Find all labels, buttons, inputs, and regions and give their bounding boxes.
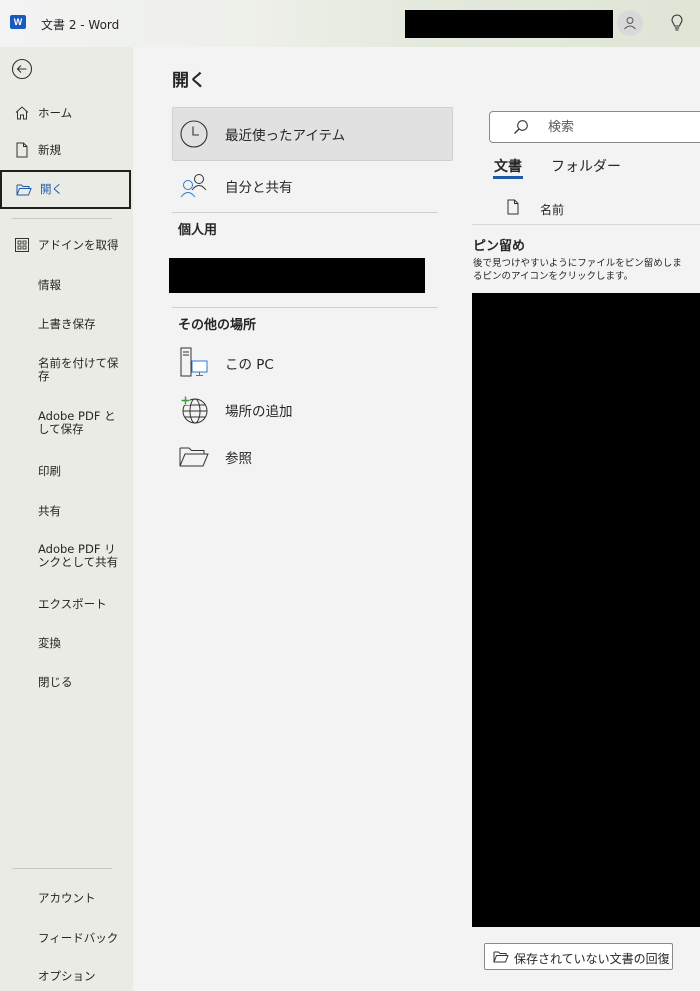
nav-item-options[interactable]: オプション (0, 966, 133, 986)
location-shared-with-me[interactable]: 自分と共有 (172, 168, 453, 204)
nav-item-home[interactable]: ホーム (0, 103, 133, 123)
nav-item-export[interactable]: エクスポート (0, 594, 133, 614)
word-logo-icon: W (10, 15, 26, 29)
nav-item-info[interactable]: 情報 (0, 275, 133, 295)
title-bar: W 文書 2 - Word (0, 0, 700, 47)
page-title: 開く (172, 71, 206, 91)
nav-item-close[interactable]: 閉じる (0, 672, 133, 692)
nav-divider (12, 218, 112, 219)
person-icon (624, 17, 636, 30)
redacted-file-list (472, 293, 700, 927)
search-input[interactable] (548, 118, 698, 136)
nav-item-get-addins[interactable]: アドインを取得 (0, 235, 133, 255)
clock-icon (178, 118, 210, 150)
account-avatar[interactable] (617, 10, 643, 36)
back-arrow-icon (11, 58, 33, 80)
search-box[interactable] (489, 111, 700, 143)
addins-grid-icon (13, 236, 31, 254)
nav-item-feedback[interactable]: フィードバック (0, 928, 133, 948)
nav-item-save-as-adobe-pdf[interactable]: Adobe PDF として保存 (0, 408, 133, 438)
nav-item-account[interactable]: アカウント (0, 888, 133, 908)
nav-item-save-as[interactable]: 名前を付けて保存 (0, 355, 133, 385)
tab-folders[interactable]: フォルダー (551, 156, 621, 176)
nav-item-convert[interactable]: 変換 (0, 633, 133, 653)
nav-divider (12, 868, 112, 869)
nav-item-new[interactable]: 新規 (0, 140, 133, 160)
column-divider (472, 224, 700, 225)
nav-item-share[interactable]: 共有 (0, 501, 133, 521)
column-header-name[interactable]: 名前 (540, 201, 564, 218)
new-document-icon (13, 141, 31, 159)
redacted-search-area (405, 10, 613, 38)
location-add-place[interactable]: 場所の追加 (172, 391, 453, 429)
computer-icon (178, 347, 210, 379)
folder-open-icon (15, 181, 33, 199)
lightbulb-icon[interactable] (668, 13, 686, 33)
section-divider (172, 212, 438, 213)
search-icon (512, 118, 530, 136)
section-header-other-locations: その他の場所 (178, 318, 257, 333)
home-icon (13, 104, 31, 122)
pinned-section-description: 後で見つけやすいようにファイルをピン留めしま るピンのアイコンをクリックします。 (473, 258, 682, 282)
location-browse[interactable]: 参照 (172, 439, 453, 475)
nav-item-share-adobe-pdf-link[interactable]: Adobe PDF リンクとして共有 (0, 541, 133, 571)
file-icon (507, 199, 519, 215)
nav-item-save[interactable]: 上書き保存 (0, 314, 133, 334)
section-header-personal: 個人用 (178, 223, 218, 238)
recover-unsaved-documents-button[interactable]: 保存されていない文書の回復 (484, 943, 673, 970)
section-divider (172, 307, 438, 308)
window-title: 文書 2 - Word (41, 18, 120, 32)
nav-item-open[interactable]: 開く (0, 170, 131, 209)
location-recent[interactable]: 最近使ったアイテム (172, 114, 453, 154)
folder-browse-icon (178, 441, 210, 473)
tab-documents[interactable]: 文書 (494, 156, 522, 176)
folder-open-icon (493, 951, 509, 963)
shared-people-icon (178, 170, 210, 202)
globe-add-icon (178, 394, 210, 426)
nav-item-print[interactable]: 印刷 (0, 461, 133, 481)
location-this-pc[interactable]: この PC (172, 344, 453, 382)
back-button[interactable] (10, 57, 34, 81)
pinned-section-title: ピン留め (473, 239, 526, 254)
active-tab-indicator (493, 176, 523, 179)
redacted-personal-account[interactable] (169, 258, 425, 293)
